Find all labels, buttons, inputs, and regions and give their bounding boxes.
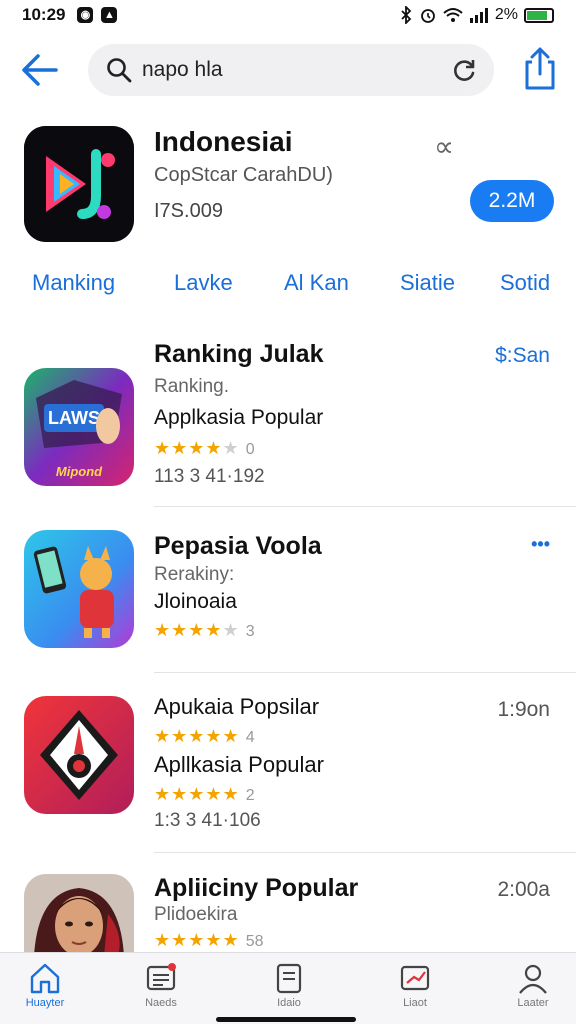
tab-sotid[interactable]: Sotid <box>500 270 550 296</box>
divider <box>154 672 576 673</box>
nav-home-label: Huayter <box>25 997 65 1009</box>
star-rating: ★★★★★ 3 <box>154 620 255 640</box>
list-item[interactable]: Apliiciny Popular Plidoekira ★★★★★ 58 2:0… <box>0 870 576 952</box>
battery-percent: 2% <box>494 6 518 23</box>
wifi-icon <box>443 8 463 22</box>
app-meta: 1:3 3 41·106 <box>154 810 261 831</box>
status-bar: 10:29 ◉ ▲ 2% <box>0 0 576 30</box>
search-icon <box>106 57 132 83</box>
star-rating: ★★★★★ 4 <box>154 726 255 746</box>
share-button[interactable] <box>520 46 560 92</box>
document-icon <box>276 963 302 994</box>
battery-icon <box>524 7 554 23</box>
nav-laater-label: Laater <box>517 997 549 1009</box>
get-button[interactable]: 2.2M <box>470 180 554 222</box>
tab-siatie[interactable]: Siatie <box>400 270 455 296</box>
close-icon[interactable]: ∝ <box>434 130 454 163</box>
price-label[interactable]: $:San <box>495 344 550 368</box>
star-rating: ★★★★★ 58 <box>154 930 264 950</box>
status-right: 2% <box>399 6 554 24</box>
notification-icon: ◉ <box>77 7 94 23</box>
featured-count: I7S.009 <box>154 200 223 222</box>
alarm-icon <box>420 9 435 23</box>
nav-laater[interactable]: Laater <box>488 961 576 1021</box>
star-rating: ★★★★★ 0 <box>154 438 255 458</box>
list-item[interactable]: LAWS Mipond Ranking Julak Ranking. Applk… <box>0 336 576 507</box>
app-description: Apllkasia Popular <box>154 752 324 777</box>
app-store-screen: 10:29 ◉ ▲ 2% napo hla Indonesiai CopStca… <box>0 0 576 1024</box>
app-subtitle: Plidoekira <box>154 904 238 925</box>
app-title: Apliiciny Popular <box>154 874 359 902</box>
category-tabs: Manking Lavke Al Kan Siatie Sotid <box>0 270 576 304</box>
list-item[interactable]: Pepasia Voola Rerakiny: Jloinoaia ★★★★★ 3… <box>0 528 576 673</box>
user-icon <box>519 964 547 994</box>
nav-needs[interactable]: Naeds <box>116 961 206 1021</box>
rating-count: 58 <box>245 933 264 950</box>
home-icon <box>30 963 60 994</box>
divider <box>154 852 576 853</box>
status-time: 10:29 <box>22 5 66 24</box>
divider <box>154 506 576 507</box>
tab-lavke[interactable]: Lavke <box>174 270 233 296</box>
nav-needs-label: Naeds <box>145 997 177 1009</box>
bluetooth-icon <box>401 6 412 24</box>
rating-count: 3 <box>245 623 255 640</box>
nav-home[interactable]: Huayter <box>0 961 90 1021</box>
star-rating: ★★★★★ 2 <box>154 784 255 804</box>
app-title: Apukaia Popsilar <box>154 694 320 719</box>
featured-app[interactable]: Indonesiai CopStcar CarahDU) I7S.009 ∝ 2… <box>0 122 576 252</box>
list-item[interactable]: Apukaia Popsilar ★★★★★ 4 Apllkasia Popula… <box>0 690 576 853</box>
search-header <box>0 40 576 100</box>
nav-liaot[interactable]: Liaot <box>370 961 460 1021</box>
app-time: 2:00a <box>497 878 550 901</box>
signal-icon <box>469 8 488 23</box>
app-title: Ranking Julak <box>154 340 324 368</box>
app-icon-caption: Mipond <box>56 464 103 479</box>
search-input[interactable] <box>142 54 422 86</box>
rating-count: 4 <box>245 729 255 746</box>
app-icon-text: LAWS <box>48 408 100 428</box>
app-subtitle: Ranking. <box>154 376 229 397</box>
featured-title: Indonesiai <box>154 126 293 157</box>
back-button[interactable] <box>18 50 60 90</box>
more-options-icon[interactable]: ••• <box>531 534 550 555</box>
app-icon[interactable] <box>24 874 134 952</box>
bottom-navigation: Huayter Naeds Idaio Liaot Laater <box>0 952 576 1024</box>
featured-app-icon[interactable] <box>24 126 134 242</box>
nav-idaio[interactable]: Idaio <box>244 961 334 1021</box>
home-indicator <box>216 1017 356 1022</box>
chart-icon <box>400 965 430 991</box>
app-icon[interactable] <box>24 530 134 648</box>
tab-manking[interactable]: Manking <box>32 270 115 296</box>
rating-count: 0 <box>245 441 255 458</box>
app-title: Pepasia Voola <box>154 532 322 560</box>
app-subtitle: Rerakiny: <box>154 564 235 585</box>
app-meta: 113 3 41·192 <box>154 466 265 487</box>
arrow-left-icon <box>22 54 58 86</box>
app-icon[interactable]: LAWS Mipond <box>24 368 134 486</box>
nav-liaot-label: Liaot <box>403 997 427 1009</box>
share-icon <box>525 47 555 90</box>
rating-count: 2 <box>245 787 255 804</box>
reload-icon[interactable] <box>450 56 478 84</box>
notification-icon: ▲ <box>101 7 118 23</box>
app-description: Applkasia Popular <box>154 406 324 429</box>
news-icon <box>146 963 176 991</box>
nav-idaio-label: Idaio <box>277 997 301 1009</box>
featured-subtitle: CopStcar CarahDU) <box>154 164 333 186</box>
app-time: 1:9on <box>497 698 550 721</box>
search-field[interactable] <box>88 44 494 96</box>
app-icon[interactable] <box>24 696 134 814</box>
app-description: Jloinoaia <box>154 590 237 613</box>
tab-al-kan[interactable]: Al Kan <box>284 270 349 296</box>
